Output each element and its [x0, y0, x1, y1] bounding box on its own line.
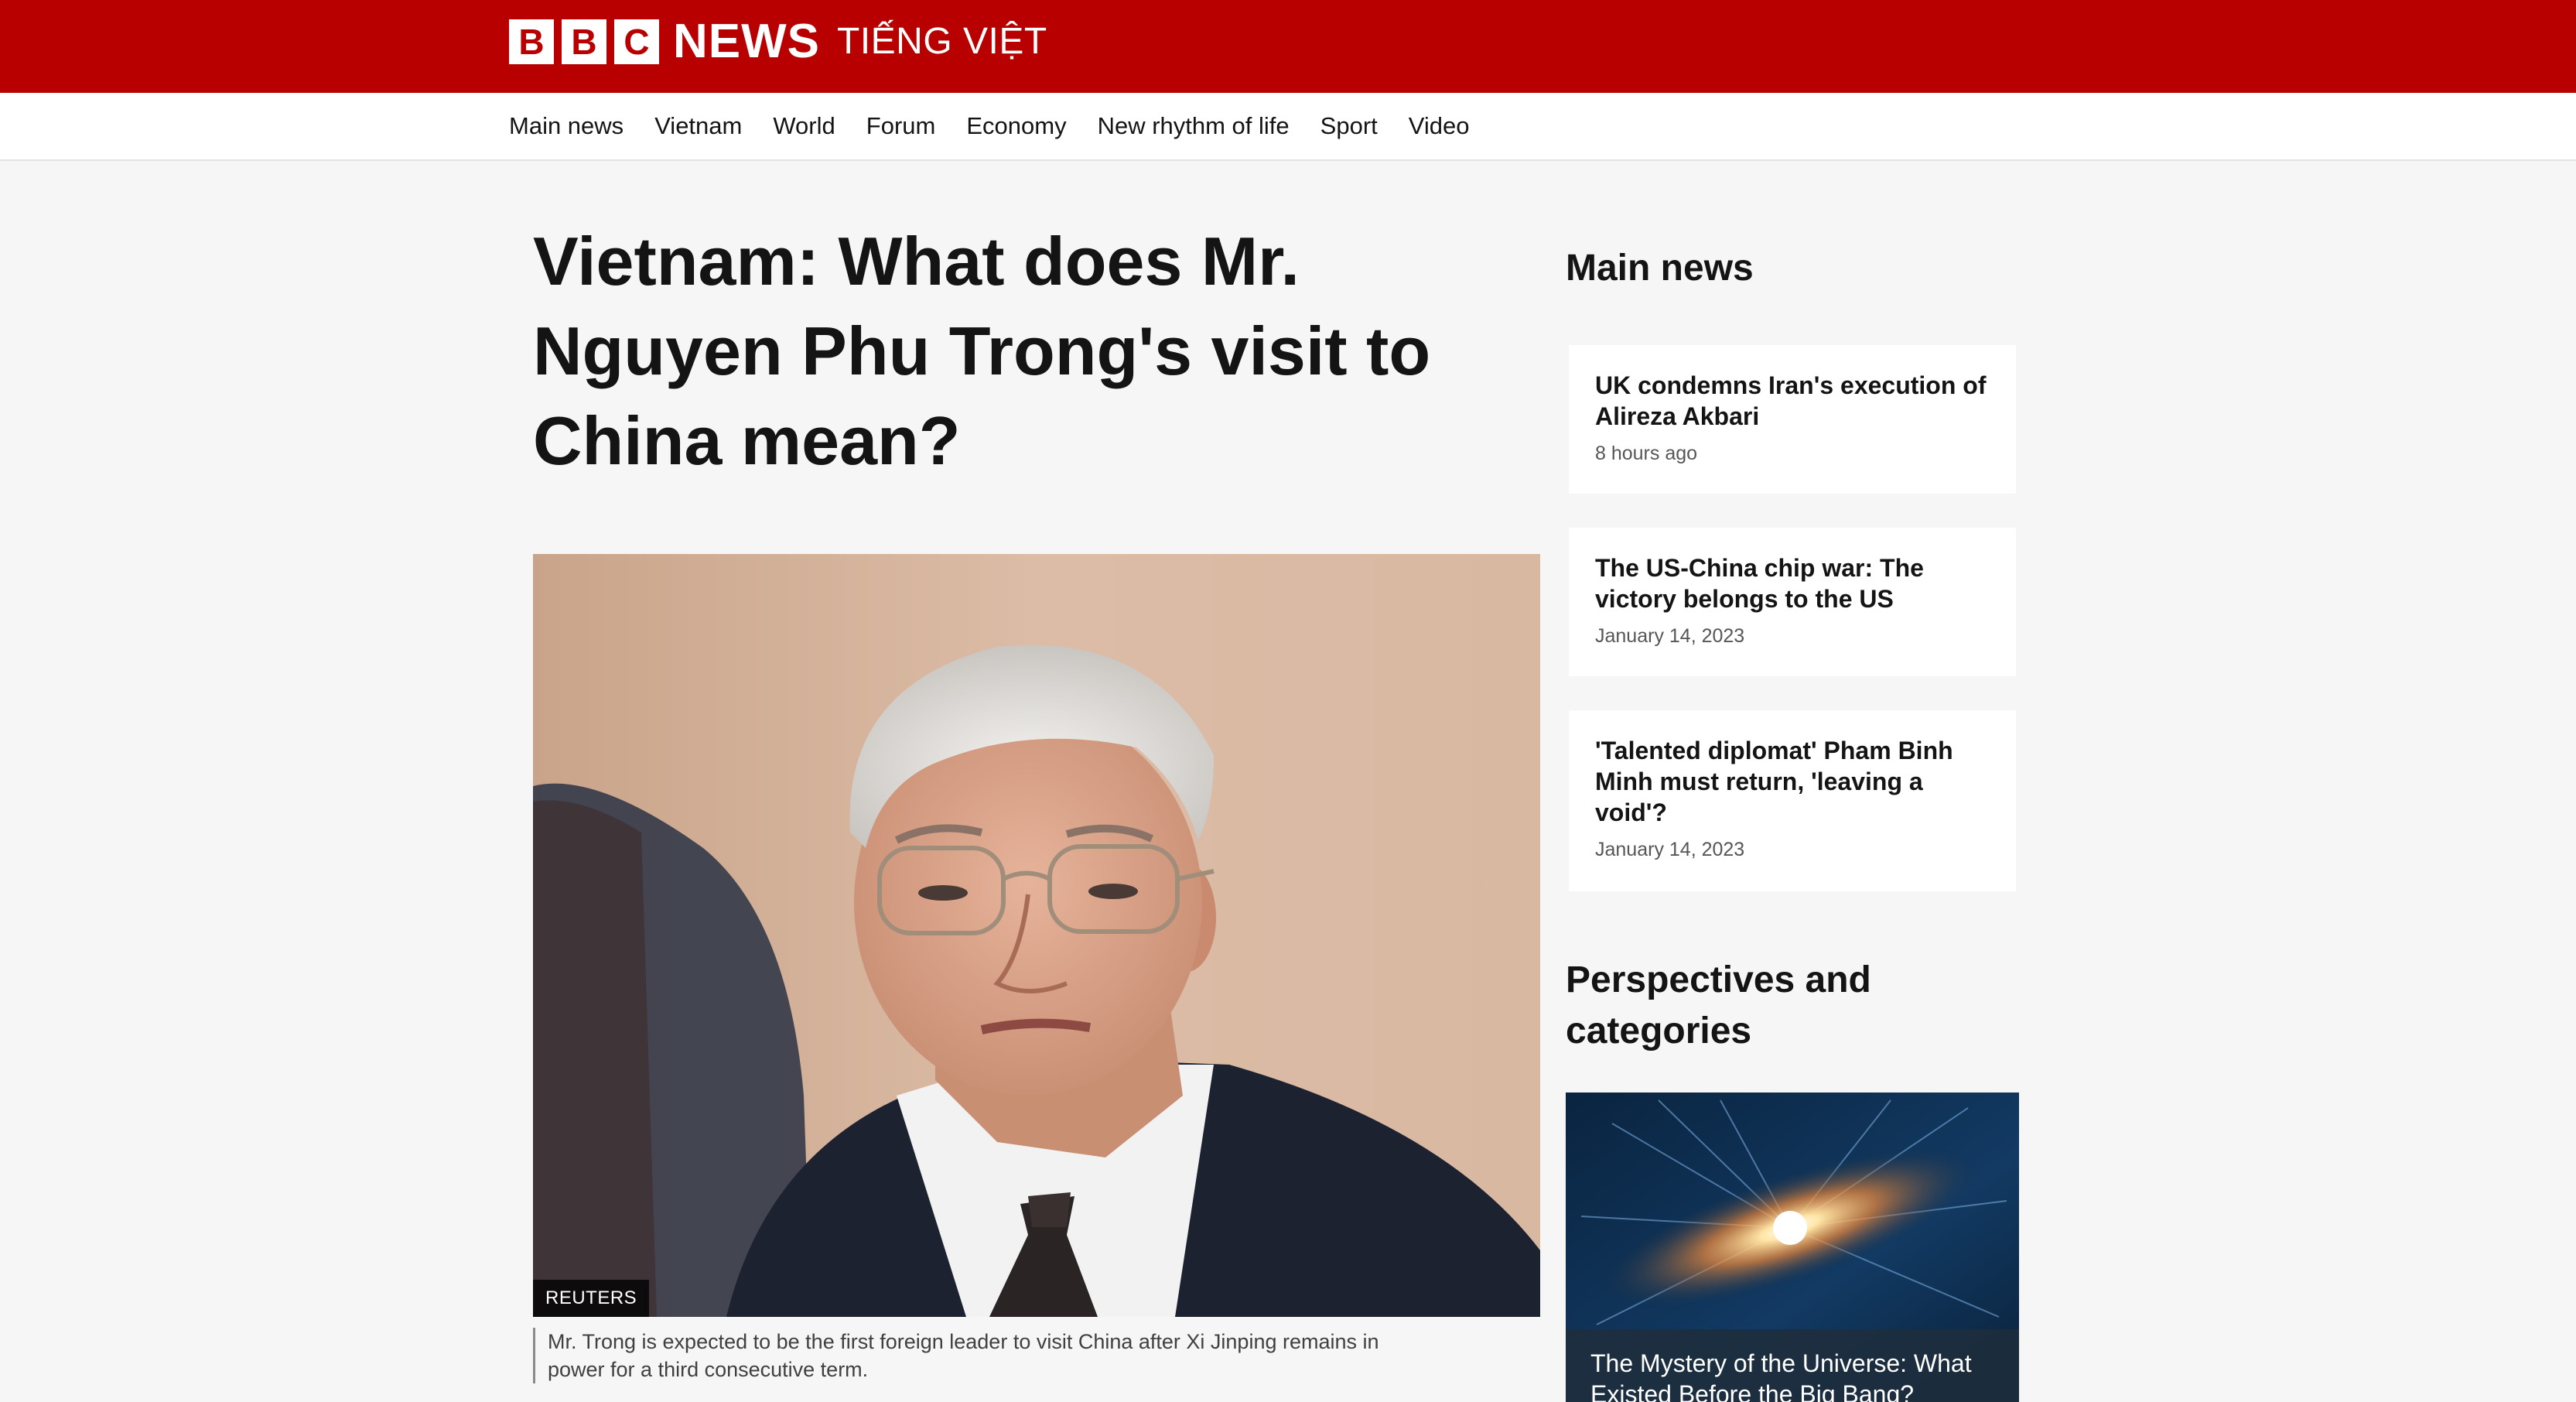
image-caption: Mr. Trong is expected to be the first fo…	[533, 1328, 1399, 1383]
portrait-illustration	[533, 554, 1540, 1317]
article-hero-image: REUTERS	[533, 554, 1540, 1317]
nav-item-new-rhythm-of-life[interactable]: New rhythm of life	[1098, 112, 1290, 140]
nav-item-world[interactable]: World	[773, 112, 835, 140]
main-news-card[interactable]: 'Talented diplomat' Pham Binh Minh must …	[1569, 710, 2016, 891]
logo-letter-b1: B	[509, 19, 554, 64]
main-news-card[interactable]: UK condemns Iran's execution of Alireza …	[1569, 345, 2016, 494]
main-news-card-title[interactable]: 'Talented diplomat' Pham Binh Minh must …	[1595, 735, 1990, 828]
logo-language-text: TIẾNG VIỆT	[837, 21, 1047, 62]
promo-card-universe[interactable]: The Mystery of the Universe: What Existe…	[1566, 1093, 2019, 1402]
main-news-card-time: January 14, 2023	[1595, 625, 1745, 647]
nav-item-video[interactable]: Video	[1409, 112, 1470, 140]
main-news-card-time: January 14, 2023	[1595, 839, 1745, 860]
logo-letter-b2: B	[562, 19, 606, 64]
main-news-card-time: 8 hours ago	[1595, 443, 1698, 464]
nav-item-economy[interactable]: Economy	[966, 112, 1066, 140]
image-credit: REUTERS	[533, 1280, 650, 1317]
bbc-news-logo[interactable]: B B C NEWS TIẾNG VIỆT	[509, 15, 1047, 68]
logo-letter-c: C	[614, 19, 659, 64]
logo-news-text: NEWS	[673, 15, 820, 68]
main-news-card-title[interactable]: UK condemns Iran's execution of Alireza …	[1595, 370, 1990, 432]
nav-item-vietnam[interactable]: Vietnam	[654, 112, 742, 140]
nav-item-sport[interactable]: Sport	[1320, 112, 1378, 140]
promo-card-title[interactable]: The Mystery of the Universe: What Existe…	[1566, 1329, 2019, 1402]
main-navigation: Main news Vietnam World Forum Economy Ne…	[0, 93, 2576, 161]
nav-list: Main news Vietnam World Forum Economy Ne…	[509, 93, 1501, 159]
perspectives-heading: Perspectives and categories	[1566, 959, 1871, 1052]
nav-item-forum[interactable]: Forum	[866, 112, 936, 140]
article-headline: Vietnam: What does Mr. Nguyen Phu Trong'…	[533, 223, 1431, 479]
nav-item-main-news[interactable]: Main news	[509, 112, 624, 140]
main-news-card-title[interactable]: The US-China chip war: The victory belon…	[1595, 552, 1990, 614]
main-news-heading: Main news	[1566, 248, 1754, 289]
main-news-card[interactable]: The US-China chip war: The victory belon…	[1569, 528, 2016, 676]
top-header-bar: B B C NEWS TIẾNG VIỆT	[0, 0, 2576, 93]
